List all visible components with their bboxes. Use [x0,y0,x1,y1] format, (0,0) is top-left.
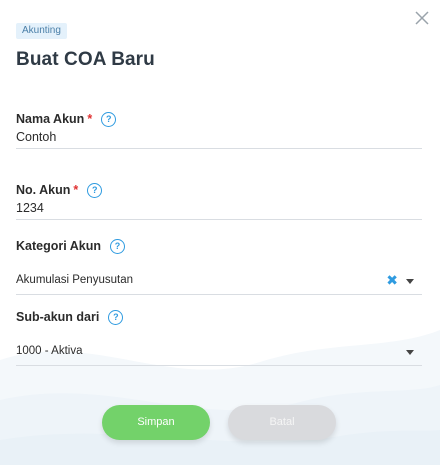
field-no-akun: No. Akun * ? [16,182,422,220]
selected-value: Akumulasi Penyusutan [16,274,133,286]
clear-icon[interactable]: ✖ [386,273,398,287]
close-button[interactable] [412,8,432,28]
label-text: No. Akun [16,183,71,197]
nama-akun-input[interactable] [16,130,422,149]
kategori-akun-select[interactable]: Akumulasi Penyusutan ✖ [16,268,422,295]
cancel-button[interactable]: Batal [228,405,336,440]
label-text: Kategori Akun [16,239,101,253]
chevron-down-icon[interactable] [406,279,414,284]
selected-value: 1000 - Aktiva [16,345,83,357]
dialog-title: Buat COA Baru [16,49,155,70]
help-icon[interactable]: ? [101,111,117,127]
label-text: Sub-akun dari [16,310,100,324]
field-nama-akun: Nama Akun * ? [16,111,422,149]
create-coa-dialog: Akunting Buat COA Baru Nama Akun * ? No.… [0,0,440,465]
sub-akun-select[interactable]: 1000 - Aktiva [16,339,422,366]
help-icon[interactable]: ? [109,238,125,254]
field-sub-akun: Sub-akun dari ? 1000 - Aktiva [16,309,422,366]
field-kategori-akun: Kategori Akun ? Akumulasi Penyusutan ✖ [16,238,422,295]
field-label: No. Akun * ? [16,182,422,198]
close-icon [415,11,429,25]
help-icon[interactable]: ? [87,182,103,198]
no-akun-input[interactable] [16,201,422,220]
field-label: Kategori Akun ? [16,238,422,254]
help-icon[interactable]: ? [108,309,124,325]
required-marker: * [73,183,79,197]
module-badge: Akunting [16,23,67,39]
field-label: Sub-akun dari ? [16,309,422,325]
label-text: Nama Akun [16,112,85,126]
save-button[interactable]: Simpan [102,405,210,440]
required-marker: * [87,112,93,126]
field-label: Nama Akun * ? [16,111,422,127]
chevron-down-icon[interactable] [406,350,414,355]
